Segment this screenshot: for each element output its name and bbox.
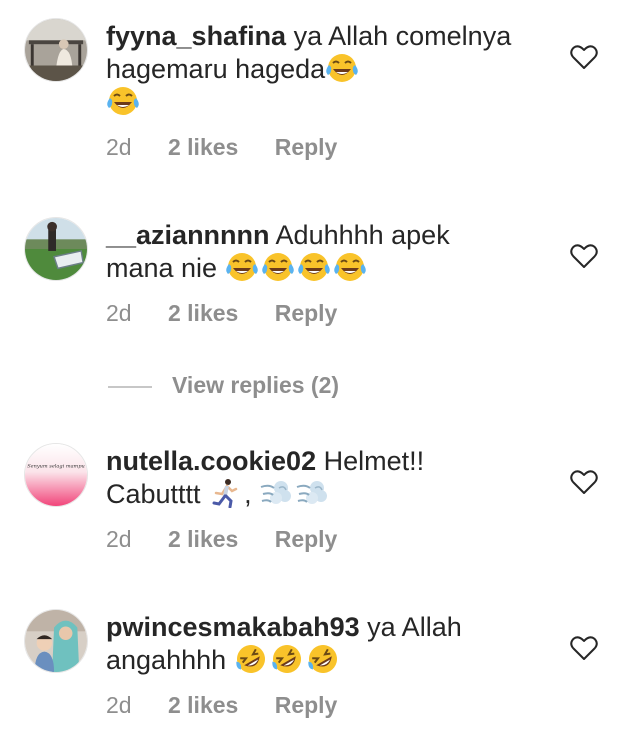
comment-likes[interactable]: 2 likes	[168, 300, 238, 327]
comment-timestamp: 2d	[106, 526, 132, 552]
comment-username[interactable]: pwincesmakabah93	[106, 612, 360, 642]
avatar-text: Senyum selagi mampu	[27, 463, 85, 469]
comment-meta: 2d 2 likes Reply	[106, 300, 367, 327]
like-heart-icon[interactable]	[570, 243, 598, 269]
comment-timestamp: 2d	[106, 134, 132, 160]
comment-likes[interactable]: 2 likes	[168, 692, 238, 719]
avatar[interactable]: Senyum selagi mampu	[24, 443, 88, 507]
comment-body: fyyna_shafina ya Allah comelnya hagemaru…	[106, 20, 516, 119]
like-heart-icon[interactable]	[570, 635, 598, 661]
rolling-on-floor-laughing-icon	[306, 644, 340, 674]
comment-body: nutella.cookie02 Helmet!! Cabutttt ,	[106, 445, 516, 511]
comment-meta: 2d 2 likes Reply	[106, 692, 367, 719]
avatar[interactable]	[24, 217, 88, 281]
person-running-icon	[208, 478, 242, 508]
reply-button[interactable]: Reply	[275, 300, 338, 327]
face-with-tears-of-joy-icon	[261, 252, 295, 282]
reply-button[interactable]: Reply	[275, 692, 338, 719]
dashing-away-icon	[295, 478, 329, 508]
face-with-tears-of-joy-icon	[325, 53, 359, 83]
face-with-tears-of-joy-icon	[106, 86, 140, 116]
rolling-on-floor-laughing-icon	[270, 644, 304, 674]
comment-body: pwincesmakabah93 ya Allah angahhhh	[106, 611, 516, 677]
face-with-tears-of-joy-icon	[297, 252, 331, 282]
comment-meta: 2d 2 likes Reply	[106, 526, 367, 553]
comment-body: __aziannnnn Aduhhhh apek mana nie	[106, 219, 516, 285]
like-heart-icon[interactable]	[570, 469, 598, 495]
comment-timestamp: 2d	[106, 692, 132, 718]
comment-username[interactable]: __aziannnnn	[106, 220, 270, 250]
comment-meta: 2d 2 likes Reply	[106, 134, 367, 161]
face-with-tears-of-joy-icon	[225, 252, 259, 282]
comment-likes[interactable]: 2 likes	[168, 134, 238, 161]
dashing-away-icon	[259, 478, 293, 508]
like-heart-icon[interactable]	[570, 44, 598, 70]
comment-likes[interactable]: 2 likes	[168, 526, 238, 553]
rolling-on-floor-laughing-icon	[234, 644, 268, 674]
avatar[interactable]	[24, 18, 88, 82]
avatar[interactable]	[24, 609, 88, 673]
face-with-tears-of-joy-icon	[333, 252, 367, 282]
reply-button[interactable]: Reply	[275, 526, 338, 553]
reply-button[interactable]: Reply	[275, 134, 338, 161]
comment-timestamp: 2d	[106, 300, 132, 326]
comment-username[interactable]: fyyna_shafina	[106, 21, 286, 51]
replies-divider	[108, 386, 152, 388]
comment-text-tail: ,	[244, 479, 252, 509]
view-replies-label[interactable]: View replies (2)	[172, 372, 339, 399]
comment-username[interactable]: nutella.cookie02	[106, 446, 316, 476]
